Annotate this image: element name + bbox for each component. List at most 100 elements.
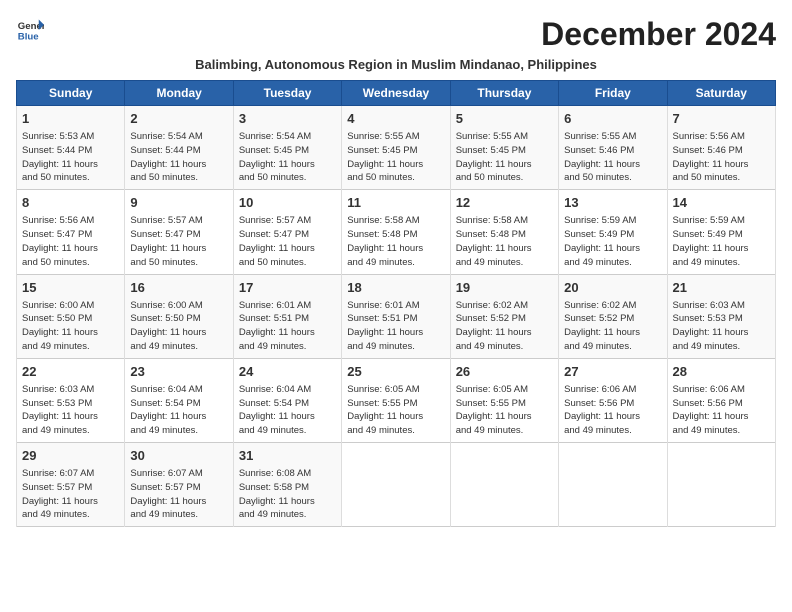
- calendar-body: 1 Sunrise: 5:53 AM Sunset: 5:44 PM Daylig…: [17, 106, 776, 527]
- day-details: Sunrise: 5:59 AM Sunset: 5:49 PM Dayligh…: [673, 214, 770, 269]
- day-number: 14: [673, 194, 770, 212]
- day-number: 30: [130, 447, 227, 465]
- day-number: 21: [673, 279, 770, 297]
- day-details: Sunrise: 5:54 AM Sunset: 5:45 PM Dayligh…: [239, 130, 336, 185]
- day-number: 20: [564, 279, 661, 297]
- header-day-thursday: Thursday: [450, 81, 558, 106]
- day-number: 28: [673, 363, 770, 381]
- calendar-table: SundayMondayTuesdayWednesdayThursdayFrid…: [16, 80, 776, 527]
- day-details: Sunrise: 5:53 AM Sunset: 5:44 PM Dayligh…: [22, 130, 119, 185]
- calendar-week-4: 22 Sunrise: 6:03 AM Sunset: 5:53 PM Dayli…: [17, 358, 776, 442]
- calendar-header-row: SundayMondayTuesdayWednesdayThursdayFrid…: [17, 81, 776, 106]
- day-details: Sunrise: 6:06 AM Sunset: 5:56 PM Dayligh…: [564, 383, 661, 438]
- calendar-cell: 20 Sunrise: 6:02 AM Sunset: 5:52 PM Dayli…: [559, 274, 667, 358]
- calendar-cell: 7 Sunrise: 5:56 AM Sunset: 5:46 PM Daylig…: [667, 106, 775, 190]
- calendar-cell: 3 Sunrise: 5:54 AM Sunset: 5:45 PM Daylig…: [233, 106, 341, 190]
- calendar-cell: 15 Sunrise: 6:00 AM Sunset: 5:50 PM Dayli…: [17, 274, 125, 358]
- day-details: Sunrise: 5:55 AM Sunset: 5:45 PM Dayligh…: [347, 130, 444, 185]
- day-details: Sunrise: 6:07 AM Sunset: 5:57 PM Dayligh…: [130, 467, 227, 522]
- calendar-cell: 4 Sunrise: 5:55 AM Sunset: 5:45 PM Daylig…: [342, 106, 450, 190]
- day-details: Sunrise: 6:01 AM Sunset: 5:51 PM Dayligh…: [239, 299, 336, 354]
- calendar-cell: [450, 443, 558, 527]
- day-number: 27: [564, 363, 661, 381]
- day-number: 4: [347, 110, 444, 128]
- logo: General Blue: [16, 16, 44, 44]
- day-details: Sunrise: 6:06 AM Sunset: 5:56 PM Dayligh…: [673, 383, 770, 438]
- month-title: December 2024: [541, 16, 776, 53]
- day-number: 25: [347, 363, 444, 381]
- day-details: Sunrise: 5:54 AM Sunset: 5:44 PM Dayligh…: [130, 130, 227, 185]
- day-number: 13: [564, 194, 661, 212]
- day-details: Sunrise: 5:56 AM Sunset: 5:47 PM Dayligh…: [22, 214, 119, 269]
- calendar-cell: 1 Sunrise: 5:53 AM Sunset: 5:44 PM Daylig…: [17, 106, 125, 190]
- day-number: 5: [456, 110, 553, 128]
- day-number: 16: [130, 279, 227, 297]
- day-details: Sunrise: 5:55 AM Sunset: 5:46 PM Dayligh…: [564, 130, 661, 185]
- calendar-week-3: 15 Sunrise: 6:00 AM Sunset: 5:50 PM Dayli…: [17, 274, 776, 358]
- calendar-cell: 2Sunrise: 5:54 AM Sunset: 5:44 PM Daylig…: [125, 106, 233, 190]
- day-details: Sunrise: 6:08 AM Sunset: 5:58 PM Dayligh…: [239, 467, 336, 522]
- header-day-sunday: Sunday: [17, 81, 125, 106]
- calendar-cell: 19 Sunrise: 6:02 AM Sunset: 5:52 PM Dayli…: [450, 274, 558, 358]
- calendar-week-5: 29 Sunrise: 6:07 AM Sunset: 5:57 PM Dayli…: [17, 443, 776, 527]
- day-number: 31: [239, 447, 336, 465]
- logo-icon: General Blue: [16, 16, 44, 44]
- svg-text:Blue: Blue: [18, 32, 39, 43]
- calendar-cell: 13 Sunrise: 5:59 AM Sunset: 5:49 PM Dayli…: [559, 190, 667, 274]
- calendar-cell: 24Sunrise: 6:04 AM Sunset: 5:54 PM Dayli…: [233, 358, 341, 442]
- header-day-wednesday: Wednesday: [342, 81, 450, 106]
- header-day-friday: Friday: [559, 81, 667, 106]
- calendar-cell: 18Sunrise: 6:01 AM Sunset: 5:51 PM Dayli…: [342, 274, 450, 358]
- day-details: Sunrise: 6:04 AM Sunset: 5:54 PM Dayligh…: [130, 383, 227, 438]
- day-details: Sunrise: 5:58 AM Sunset: 5:48 PM Dayligh…: [347, 214, 444, 269]
- day-number: 19: [456, 279, 553, 297]
- calendar-cell: [559, 443, 667, 527]
- day-number: 24: [239, 363, 336, 381]
- day-number: 1: [22, 110, 119, 128]
- day-details: Sunrise: 5:59 AM Sunset: 5:49 PM Dayligh…: [564, 214, 661, 269]
- calendar-cell: 27 Sunrise: 6:06 AM Sunset: 5:56 PM Dayli…: [559, 358, 667, 442]
- header-day-saturday: Saturday: [667, 81, 775, 106]
- calendar-cell: 21 Sunrise: 6:03 AM Sunset: 5:53 PM Dayli…: [667, 274, 775, 358]
- calendar-cell: 23 Sunrise: 6:04 AM Sunset: 5:54 PM Dayli…: [125, 358, 233, 442]
- day-details: Sunrise: 6:03 AM Sunset: 5:53 PM Dayligh…: [22, 383, 119, 438]
- day-details: Sunrise: 5:55 AM Sunset: 5:45 PM Dayligh…: [456, 130, 553, 185]
- day-details: Sunrise: 5:57 AM Sunset: 5:47 PM Dayligh…: [130, 214, 227, 269]
- day-details: Sunrise: 5:58 AM Sunset: 5:48 PM Dayligh…: [456, 214, 553, 269]
- calendar-cell: 16Sunrise: 6:00 AM Sunset: 5:50 PM Dayli…: [125, 274, 233, 358]
- day-details: Sunrise: 6:02 AM Sunset: 5:52 PM Dayligh…: [456, 299, 553, 354]
- day-details: Sunrise: 6:02 AM Sunset: 5:52 PM Dayligh…: [564, 299, 661, 354]
- calendar-cell: 12 Sunrise: 5:58 AM Sunset: 5:48 PM Dayli…: [450, 190, 558, 274]
- day-number: 23: [130, 363, 227, 381]
- day-details: Sunrise: 6:00 AM Sunset: 5:50 PM Dayligh…: [22, 299, 119, 354]
- day-number: 3: [239, 110, 336, 128]
- day-details: Sunrise: 6:03 AM Sunset: 5:53 PM Dayligh…: [673, 299, 770, 354]
- calendar-week-1: 1 Sunrise: 5:53 AM Sunset: 5:44 PM Daylig…: [17, 106, 776, 190]
- day-details: Sunrise: 5:56 AM Sunset: 5:46 PM Dayligh…: [673, 130, 770, 185]
- calendar-cell: [342, 443, 450, 527]
- day-details: Sunrise: 5:57 AM Sunset: 5:47 PM Dayligh…: [239, 214, 336, 269]
- calendar-cell: 28 Sunrise: 6:06 AM Sunset: 5:56 PM Dayli…: [667, 358, 775, 442]
- day-number: 10: [239, 194, 336, 212]
- day-number: 12: [456, 194, 553, 212]
- day-number: 29: [22, 447, 119, 465]
- calendar-cell: 30 Sunrise: 6:07 AM Sunset: 5:57 PM Dayli…: [125, 443, 233, 527]
- calendar-cell: 11Sunrise: 5:58 AM Sunset: 5:48 PM Dayli…: [342, 190, 450, 274]
- day-number: 7: [673, 110, 770, 128]
- calendar-cell: 5 Sunrise: 5:55 AM Sunset: 5:45 PM Daylig…: [450, 106, 558, 190]
- day-number: 8: [22, 194, 119, 212]
- day-number: 22: [22, 363, 119, 381]
- day-details: Sunrise: 6:01 AM Sunset: 5:51 PM Dayligh…: [347, 299, 444, 354]
- calendar-cell: 17Sunrise: 6:01 AM Sunset: 5:51 PM Dayli…: [233, 274, 341, 358]
- day-number: 6: [564, 110, 661, 128]
- calendar-cell: 10 Sunrise: 5:57 AM Sunset: 5:47 PM Dayli…: [233, 190, 341, 274]
- day-number: 15: [22, 279, 119, 297]
- calendar-cell: [667, 443, 775, 527]
- calendar-cell: 22 Sunrise: 6:03 AM Sunset: 5:53 PM Dayli…: [17, 358, 125, 442]
- day-number: 26: [456, 363, 553, 381]
- header: General Blue December 2024: [16, 16, 776, 53]
- calendar-cell: 14 Sunrise: 5:59 AM Sunset: 5:49 PM Dayli…: [667, 190, 775, 274]
- calendar-cell: 25Sunrise: 6:05 AM Sunset: 5:55 PM Dayli…: [342, 358, 450, 442]
- day-details: Sunrise: 6:05 AM Sunset: 5:55 PM Dayligh…: [456, 383, 553, 438]
- calendar-cell: 26 Sunrise: 6:05 AM Sunset: 5:55 PM Dayli…: [450, 358, 558, 442]
